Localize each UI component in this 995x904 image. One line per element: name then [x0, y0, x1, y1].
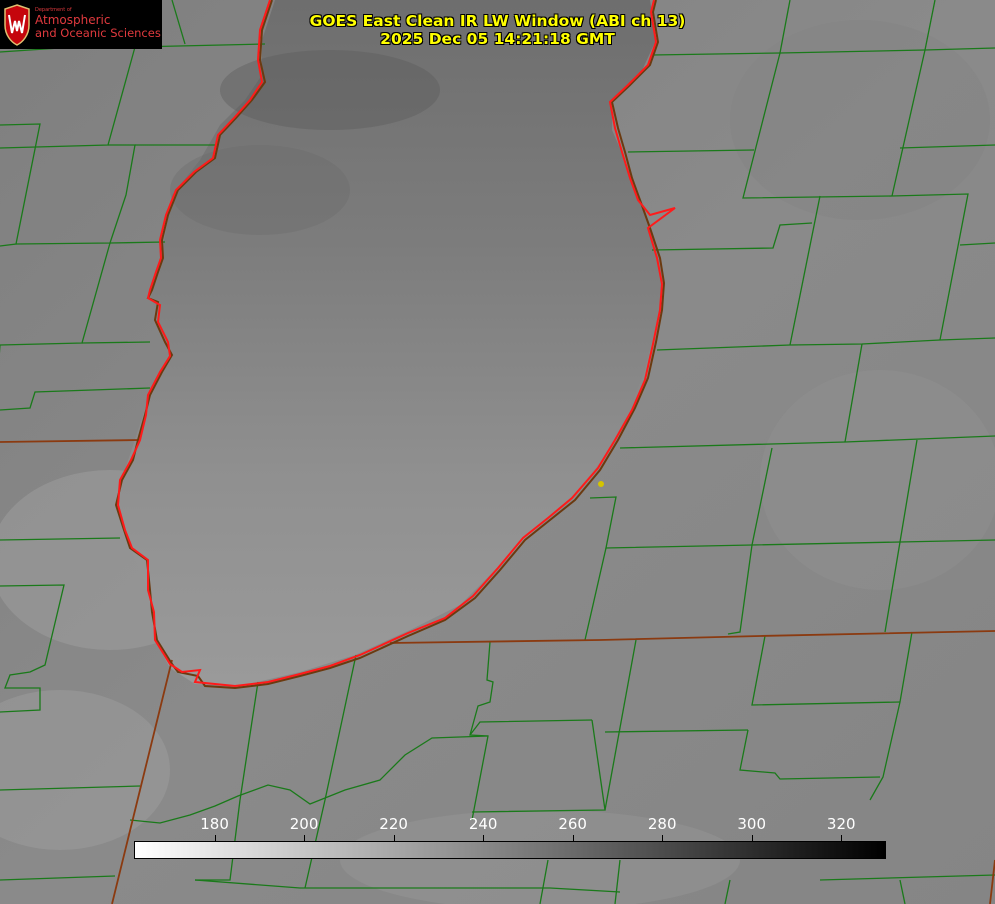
location-marker [598, 481, 604, 487]
image-title: GOES East Clean IR LW Window (ABI ch 13) [309, 12, 686, 30]
cold-cloud-band [170, 145, 350, 235]
satellite-image-viewer: Department of Atmospheric and Oceanic Sc… [0, 0, 995, 904]
ir-satellite-map [0, 0, 995, 904]
cold-cloud-band [220, 50, 440, 130]
image-timestamp: 2025 Dec 05 14:21:18 GMT [380, 30, 615, 48]
colorbar [134, 841, 886, 859]
